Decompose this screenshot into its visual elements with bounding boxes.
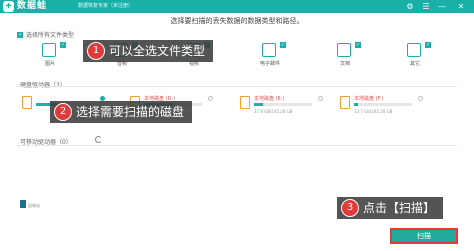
drive-radio[interactable] [208, 96, 213, 101]
minimize-icon[interactable]: — [436, 0, 448, 13]
app-subtitle: 数据恢复专家（未注册） [78, 3, 134, 9]
drive-name: 本地磁盘 (E:) [254, 96, 285, 102]
hard-drive-icon [340, 96, 350, 109]
drive-usage-bar [254, 103, 312, 106]
callout-3: 3 点击【扫描】 [337, 197, 444, 219]
drive-f[interactable]: 本地磁盘 (F:) 13.7 GB/195.28 GB [340, 92, 435, 128]
app-logo-icon: ✚ [3, 1, 14, 12]
callout-number: 1 [87, 42, 105, 60]
checkbox-checked-icon: ✓ [355, 42, 361, 48]
file-type-email[interactable]: ✓ 电子邮件 [250, 41, 290, 69]
select-all-checkbox[interactable]: ✓ 选择所有文件类型 [17, 30, 74, 39]
file-type-label: 文档 [339, 61, 350, 67]
file-type-other[interactable]: ✓ 其它 [395, 41, 435, 69]
recycle-bin-label: 回收站 [28, 203, 40, 208]
close-icon[interactable]: ✕ [455, 0, 467, 13]
callout-text: 选择需要扫描的磁盘 [76, 105, 185, 119]
select-all-label: 选择所有文件类型 [26, 32, 75, 39]
drive-size: 13.7 GB/195.28 GB [354, 109, 393, 114]
menu-icon[interactable]: ☰ [420, 0, 432, 13]
drive-usage-fill [354, 103, 359, 106]
file-type-label: 图片 [44, 61, 55, 67]
recycle-bin-icon [20, 200, 26, 208]
recycle-bin-item[interactable]: 回收站 [20, 200, 40, 208]
hard-drive-icon [240, 96, 250, 109]
drive-name: 本地磁盘 (F:) [354, 96, 384, 102]
drive-usage-fill [254, 103, 263, 106]
callout-number: 2 [54, 103, 72, 121]
other-files-icon [407, 43, 421, 57]
checkbox-checked-icon: ✓ [280, 42, 286, 48]
refresh-icon[interactable] [95, 136, 102, 143]
callout-text: 点击【扫描】 [363, 201, 436, 215]
hard-drives-label: 硬盘驱动器（3） [20, 80, 66, 89]
drive-e[interactable]: 本地磁盘 (E:) 27.8 GB/195.28 GB [240, 92, 330, 128]
divider [17, 145, 457, 146]
callout-2: 2 选择需要扫描的磁盘 [50, 101, 193, 123]
email-icon [262, 43, 276, 57]
checkbox-checked-icon: ✓ [60, 42, 66, 48]
divider [17, 86, 457, 87]
callout-text: 可以全选文件类型 [109, 44, 206, 58]
app-name: 数据蛙 [17, 1, 48, 11]
drive-radio[interactable] [418, 96, 423, 101]
document-icon [337, 43, 351, 57]
checkbox-checked-icon: ✓ [17, 31, 23, 38]
callout-number: 3 [341, 199, 359, 217]
settings-icon[interactable]: ⚙ [404, 0, 416, 13]
checkbox-checked-icon: ✓ [425, 42, 431, 48]
file-type-label: 其它 [409, 61, 420, 67]
drive-radio[interactable] [318, 96, 323, 101]
scan-button[interactable]: 扫描 [390, 228, 458, 244]
callout-1: 1 可以全选文件类型 [83, 40, 214, 62]
file-type-image[interactable]: ✓ 图片 [30, 41, 70, 69]
file-type-document[interactable]: ✓ 文档 [325, 41, 365, 69]
drive-usage-bar [354, 103, 412, 106]
image-icon [42, 43, 56, 57]
title-bar: ✚ 数据蛙 数据恢复专家（未注册） ⚙ ☰ — ✕ [0, 0, 474, 13]
drive-size: 27.8 GB/195.28 GB [254, 109, 293, 114]
page-headline: 选择要扫描的丢失数据的数据类型和路径。 [170, 17, 304, 25]
hard-drive-icon [22, 96, 32, 109]
file-type-label: 电子邮件 [259, 61, 280, 67]
